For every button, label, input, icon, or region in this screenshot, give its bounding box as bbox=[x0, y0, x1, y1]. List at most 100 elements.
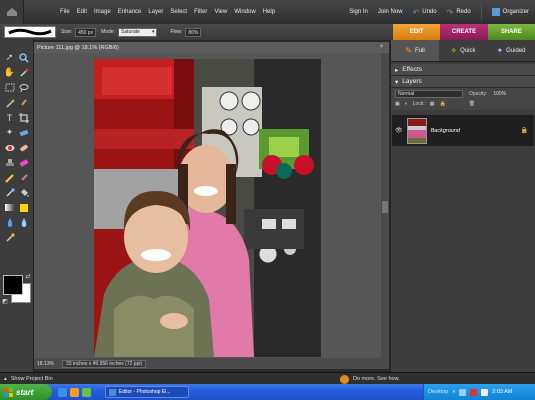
zoom-tool-icon[interactable] bbox=[17, 51, 30, 64]
new-layer-icon[interactable]: ▣ bbox=[395, 101, 400, 107]
sponge-tool-icon[interactable] bbox=[17, 216, 30, 229]
redo-button[interactable]: ↷ Redo bbox=[447, 8, 471, 17]
tab-share[interactable]: SHARE bbox=[487, 24, 535, 40]
chevron-up-icon[interactable]: ▴ bbox=[4, 376, 7, 382]
pencil-tool-icon[interactable] bbox=[3, 171, 16, 184]
vertical-scrollbar[interactable] bbox=[381, 53, 389, 358]
organizer-button[interactable]: Organizer bbox=[491, 8, 529, 16]
menu-help[interactable]: Help bbox=[263, 9, 275, 15]
layer-row-background[interactable]: 👁 Background 🔒 bbox=[392, 115, 534, 146]
organizer-icon bbox=[491, 8, 500, 16]
menu-layer[interactable]: Layer bbox=[148, 9, 163, 15]
hand-tool-icon[interactable]: ✋ bbox=[3, 66, 16, 79]
eyedropper-tool-icon[interactable] bbox=[17, 66, 30, 79]
smart-brush-tool-icon[interactable] bbox=[3, 186, 16, 199]
chevron-icon[interactable]: » bbox=[452, 389, 455, 395]
eraser-tool-icon[interactable] bbox=[17, 156, 30, 169]
security-icon[interactable] bbox=[470, 388, 478, 396]
main-menu: File Edit Image Enhance Layer Select Fil… bbox=[60, 9, 275, 15]
undo-icon: ↶ bbox=[412, 7, 420, 17]
magic-wand-tool-icon[interactable] bbox=[3, 96, 16, 109]
show-project-bin-toggle[interactable]: Show Project Bin bbox=[11, 376, 53, 382]
cookie-cutter-tool-icon[interactable]: ✦ bbox=[3, 126, 16, 139]
brush-preview[interactable] bbox=[4, 26, 56, 38]
swap-colors-icon[interactable]: ⇄ bbox=[24, 272, 32, 280]
tab-guided-label: Guided bbox=[506, 47, 526, 54]
mode-select[interactable]: Saturate ▾ bbox=[118, 27, 158, 37]
organizer-label: Organizer bbox=[502, 9, 529, 15]
default-colors-icon[interactable]: ◩ bbox=[1, 297, 9, 305]
blend-mode-select[interactable]: Normal bbox=[395, 90, 463, 98]
flow-input[interactable]: 80% bbox=[185, 27, 202, 37]
menu-filter[interactable]: Filter bbox=[194, 9, 207, 15]
red-eye-tool-icon[interactable] bbox=[3, 141, 16, 154]
document-size[interactable]: 33 inches x 49.556 inches (72 ppi) bbox=[61, 359, 147, 368]
move-tool-icon[interactable]: ➚ bbox=[3, 51, 16, 64]
tab-guided[interactable]: ✦ Guided bbox=[487, 40, 535, 61]
divider bbox=[480, 5, 482, 19]
layer-name[interactable]: Background bbox=[431, 128, 517, 134]
adjustment-layer-icon[interactable]: ◐ bbox=[405, 101, 408, 107]
layers-panel-header[interactable]: ▾ Layers bbox=[391, 76, 535, 88]
marquee-tool-icon[interactable] bbox=[3, 81, 16, 94]
tab-quick[interactable]: ✧ Quick bbox=[439, 40, 487, 61]
document-tab[interactable]: Picture 111.jpg @ 18.1% (RGB/8) × bbox=[34, 42, 389, 53]
blur-tool-icon[interactable] bbox=[3, 216, 16, 229]
sign-in-link[interactable]: Sign In bbox=[349, 9, 368, 15]
menu-edit[interactable]: Edit bbox=[77, 9, 87, 15]
detail-smart-brush-icon[interactable] bbox=[3, 231, 16, 244]
gradient-tool-icon[interactable] bbox=[3, 201, 16, 214]
desktop-toolbar-label[interactable]: Desktop bbox=[428, 389, 448, 395]
photo-canvas[interactable] bbox=[94, 59, 321, 357]
size-input[interactable]: 450 px bbox=[75, 27, 97, 37]
menu-enhance[interactable]: Enhance bbox=[118, 9, 142, 15]
opacity-value[interactable]: 100% bbox=[493, 91, 506, 97]
delete-layer-icon[interactable]: 🗑 bbox=[469, 101, 475, 107]
undo-button[interactable]: ↶ Undo bbox=[413, 8, 437, 17]
foreground-color-swatch[interactable] bbox=[3, 275, 23, 295]
custom-shape-tool-icon[interactable] bbox=[17, 201, 30, 214]
windows-taskbar: start Editor - Photoshop El... Desktop »… bbox=[0, 384, 535, 400]
chevron-down-icon: ▾ bbox=[151, 29, 155, 35]
effects-title: Effects bbox=[402, 66, 423, 73]
scrollbar-thumb[interactable] bbox=[382, 201, 388, 213]
spot-healing-tool-icon[interactable] bbox=[17, 141, 30, 154]
menu-view[interactable]: View bbox=[214, 9, 227, 15]
layer-thumbnail bbox=[406, 117, 427, 144]
selection-brush-tool-icon[interactable] bbox=[17, 96, 30, 109]
join-now-link[interactable]: Join Now bbox=[378, 9, 403, 15]
size-label: Size: bbox=[61, 29, 73, 35]
toolbox: ➚ ✋ T ✦ ⇄ ◩ bbox=[0, 40, 34, 372]
crop-tool-icon[interactable] bbox=[17, 111, 30, 124]
paint-bucket-tool-icon[interactable] bbox=[17, 186, 30, 199]
media-player-icon[interactable] bbox=[70, 387, 79, 397]
taskbar-item-editor[interactable]: Editor - Photoshop El... bbox=[105, 386, 189, 398]
menu-image[interactable]: Image bbox=[94, 9, 111, 15]
quick-launch bbox=[58, 387, 91, 397]
tab-full[interactable]: ✎ Full bbox=[391, 40, 439, 61]
clone-stamp-tool-icon[interactable] bbox=[3, 156, 16, 169]
volume-icon[interactable] bbox=[481, 388, 489, 396]
straighten-tool-icon[interactable] bbox=[17, 126, 30, 139]
tab-edit[interactable]: EDIT bbox=[393, 24, 441, 40]
flow-field: Flow: 80% bbox=[170, 27, 202, 37]
lock-transparency-icon[interactable]: ▦ bbox=[430, 101, 435, 107]
type-tool-icon[interactable]: T bbox=[3, 111, 16, 124]
document-title: Picture 111.jpg @ 18.1% (RGB/8) bbox=[37, 44, 119, 51]
desktop-icon[interactable] bbox=[82, 387, 91, 397]
eye-icon[interactable]: 👁 bbox=[395, 127, 403, 134]
network-icon[interactable] bbox=[459, 388, 467, 396]
tab-create[interactable]: CREATE bbox=[440, 24, 488, 40]
close-icon[interactable]: × bbox=[378, 44, 385, 51]
menu-select[interactable]: Select bbox=[170, 9, 187, 15]
home-icon[interactable] bbox=[0, 0, 24, 24]
start-button[interactable]: start bbox=[0, 384, 52, 400]
lasso-tool-icon[interactable] bbox=[17, 81, 30, 94]
ie-icon[interactable] bbox=[58, 387, 67, 397]
lock-all-icon[interactable]: 🔒 bbox=[439, 101, 445, 107]
guided-icon: ✦ bbox=[496, 46, 504, 55]
effects-panel-header[interactable]: ▸ Effects bbox=[391, 64, 535, 76]
menu-window[interactable]: Window bbox=[234, 9, 255, 15]
menu-file[interactable]: File bbox=[60, 9, 70, 15]
brush-tool-icon[interactable] bbox=[17, 171, 30, 184]
